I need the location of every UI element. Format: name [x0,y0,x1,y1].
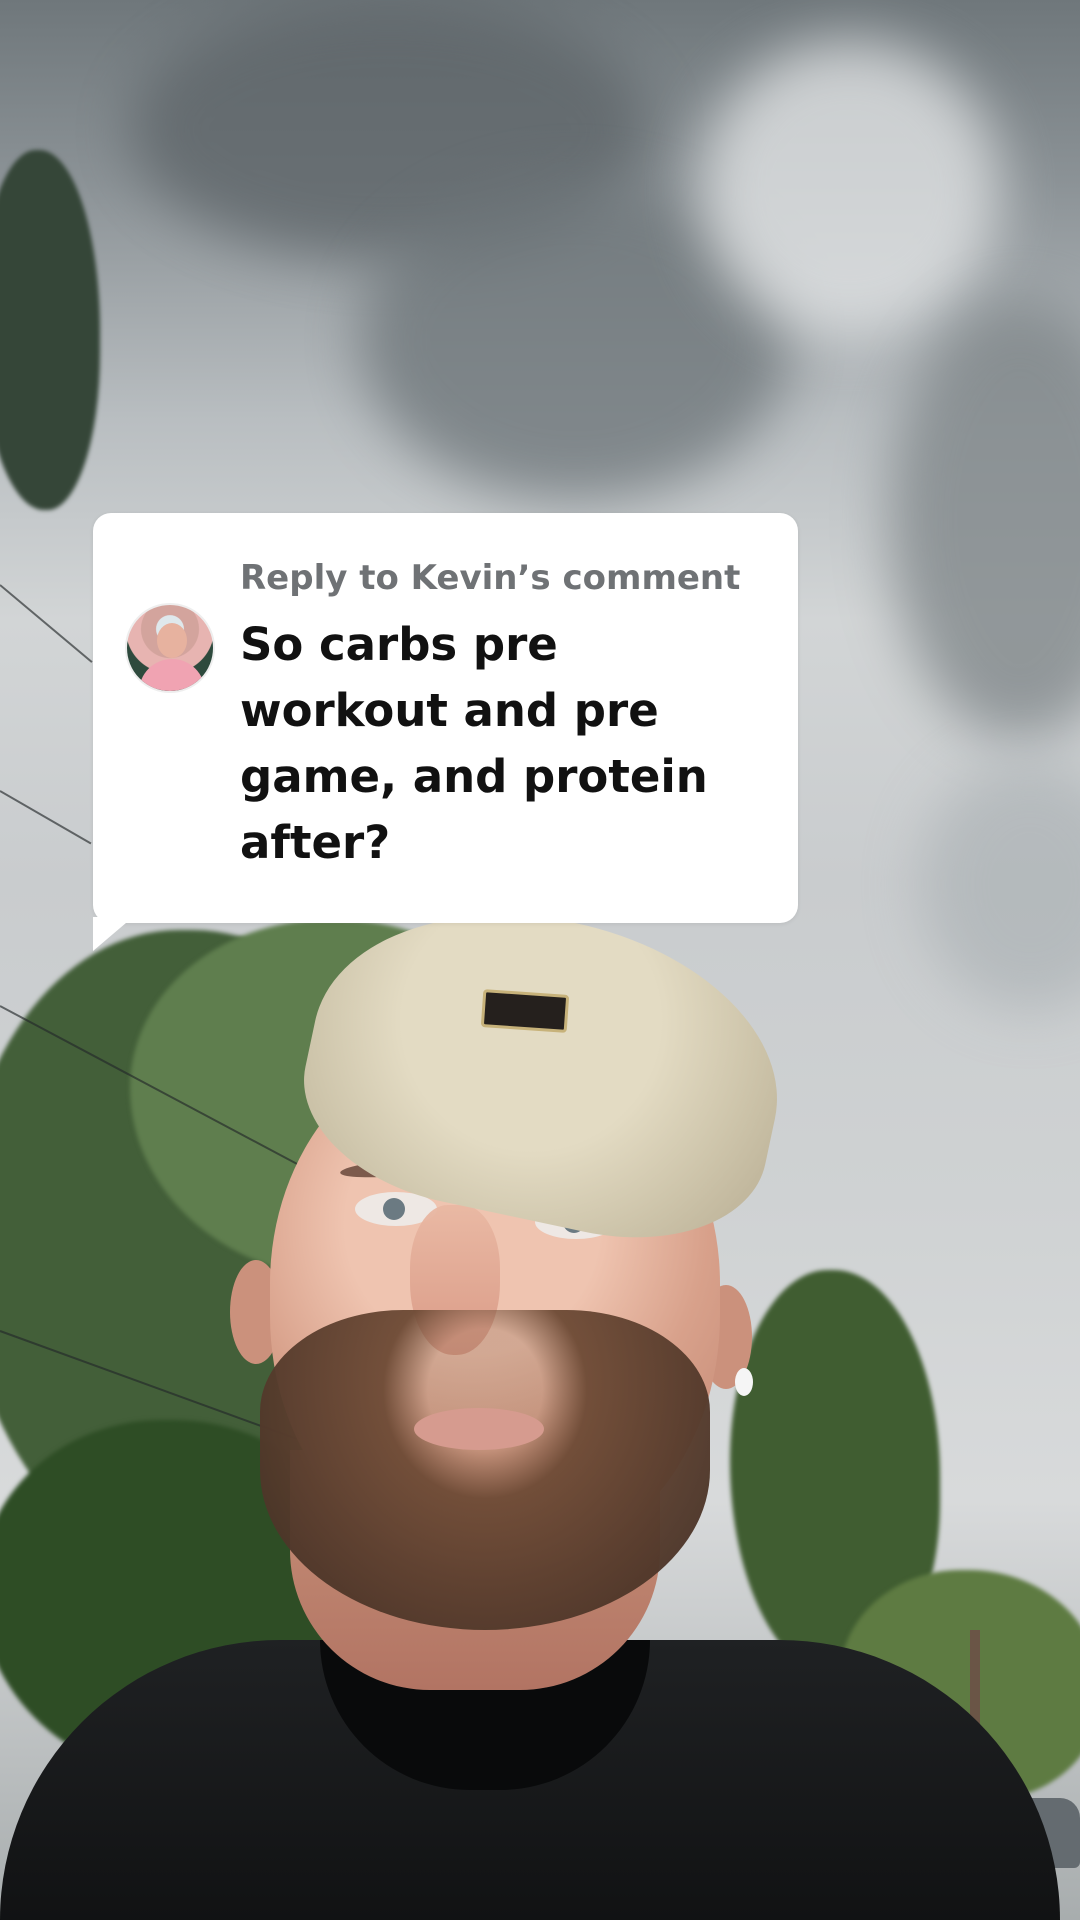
video-frame[interactable]: Reply to Kevin’s comment So carbs pre wo… [0,0,1080,1920]
mouth [414,1408,544,1450]
comment-text: So carbs pre workout and pre game, and p… [240,618,708,869]
background-cloud [700,40,1000,340]
reply-to-comment-label[interactable]: Reply to Kevin’s comment [240,558,740,598]
beard [260,1310,710,1630]
avatar-head [157,623,187,658]
tree [0,150,100,510]
earbud-icon [735,1368,753,1396]
avatar-shirt [139,659,205,691]
cap-logo-icon [480,989,570,1033]
comment-reply-tail [93,917,133,951]
background-cloud [890,300,1080,740]
person [0,874,1060,1920]
power-line [0,584,93,663]
background-cloud [920,760,1080,1010]
power-line [0,790,92,845]
commenter-avatar[interactable] [125,603,215,693]
